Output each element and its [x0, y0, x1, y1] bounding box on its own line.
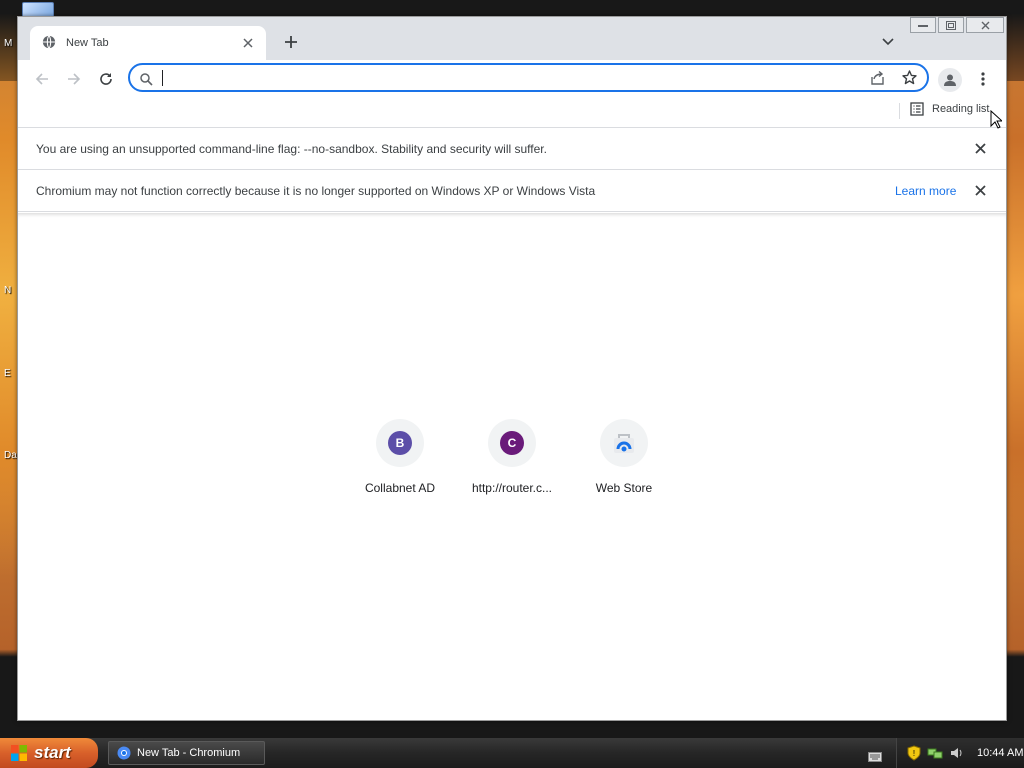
maximize-button[interactable] [938, 17, 964, 33]
tab-title: New Tab [66, 37, 109, 49]
security-shield-icon: ! [907, 745, 921, 761]
desktop-icon-label: N [4, 285, 12, 296]
chromium-icon [117, 746, 131, 760]
keyboard-icon[interactable] [868, 747, 882, 766]
volume-icon [951, 748, 962, 758]
close-window-button[interactable] [966, 17, 1004, 33]
sandbox-warning-infobar: You are using an unsupported command-lin… [18, 128, 1006, 170]
shortcut-label: Collabnet AD [364, 481, 436, 495]
shortcut-icon-bg [600, 419, 648, 467]
restore-icon [946, 20, 956, 30]
close-icon[interactable] [973, 184, 987, 198]
tab-new-tab[interactable]: New Tab [30, 26, 266, 60]
learn-more-link[interactable]: Learn more [895, 184, 956, 198]
shortcut-label: Web Store [595, 481, 653, 495]
back-arrow-icon [35, 73, 48, 85]
new-tab-page: B Collabnet AD C http://router.c... Web … [18, 213, 1006, 720]
letter-favicon-icon: C [500, 431, 524, 455]
web-store-icon [614, 434, 634, 453]
globe-icon [42, 34, 56, 53]
shortcut-label: http://router.c... [471, 481, 553, 495]
svg-text:!: ! [913, 749, 915, 758]
network-icon [927, 748, 943, 759]
address-input[interactable] [162, 68, 852, 88]
tab-search-button[interactable] [880, 34, 896, 50]
person-icon [944, 74, 956, 86]
plus-icon [285, 36, 297, 48]
window-controls [910, 17, 1004, 33]
letter-favicon-icon: B [388, 431, 412, 455]
infobar-message: You are using an unsupported command-lin… [36, 141, 547, 156]
reload-button[interactable] [96, 69, 116, 89]
menu-button[interactable] [976, 69, 990, 89]
start-label: start [34, 743, 71, 762]
shortcut-tile[interactable]: Web Store [568, 419, 680, 515]
shortcut-icon-bg: B [376, 419, 424, 467]
bookmark-star-icon[interactable] [902, 70, 917, 89]
desktop-icon-label: Da [4, 450, 17, 461]
start-button[interactable]: start [0, 738, 98, 768]
unsupported-os-infobar: Chromium may not function correctly beca… [18, 170, 1006, 212]
shortcut-tile[interactable]: B Collabnet AD [344, 419, 456, 515]
back-button[interactable] [32, 69, 52, 89]
infobar-message: Chromium may not function correctly beca… [36, 183, 596, 198]
windows-logo-icon [11, 745, 27, 761]
taskbar-item-chromium[interactable]: New Tab - Chromium [108, 741, 265, 765]
mouse-cursor-icon [990, 109, 1004, 133]
three-dots-vertical-icon [981, 72, 985, 86]
forward-arrow-icon [68, 73, 81, 85]
shortcut-tile[interactable]: C http://router.c... [456, 419, 568, 515]
share-icon[interactable] [870, 70, 885, 89]
divider [899, 103, 900, 119]
desktop-icon-label: M [4, 38, 13, 49]
search-icon [140, 71, 153, 90]
text-caret [162, 70, 163, 86]
desktop-icon-label: E [4, 368, 11, 379]
minimize-button[interactable] [910, 17, 936, 33]
shortcut-icon-bg: C [488, 419, 536, 467]
forward-button[interactable] [64, 69, 84, 89]
clock: 10:44 AM [977, 747, 1024, 759]
close-icon[interactable] [973, 142, 987, 156]
new-tab-button[interactable] [282, 33, 300, 51]
minimize-icon [918, 25, 928, 27]
reload-icon [100, 73, 112, 85]
close-icon [981, 21, 989, 29]
toolbar [18, 60, 1006, 98]
profile-button[interactable] [938, 68, 962, 92]
reading-list-button[interactable]: Reading list [910, 102, 989, 116]
system-tray: ! 10:44 AM [896, 738, 1024, 768]
close-tab-icon[interactable] [240, 35, 256, 51]
browser-window: New Tab Reading list You are using an un… [17, 16, 1007, 721]
chevron-down-icon [882, 38, 894, 46]
bookmarks-bar: Reading list [18, 98, 1006, 128]
reading-list-label: Reading list [932, 103, 990, 115]
taskbar: start New Tab - Chromium ! 10:44 AM [0, 738, 1024, 768]
address-bar[interactable] [128, 63, 929, 92]
reading-list-icon [910, 102, 924, 116]
taskbar-item-label: New Tab - Chromium [137, 747, 241, 759]
tab-strip: New Tab [18, 17, 1006, 60]
